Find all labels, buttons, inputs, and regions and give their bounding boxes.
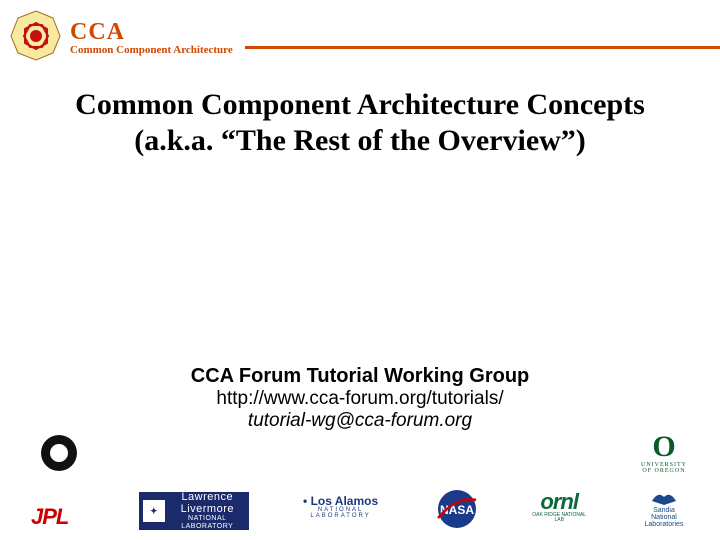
footer-text-block: CCA Forum Tutorial Working Group http://… bbox=[0, 365, 720, 432]
argonne-logo bbox=[28, 430, 90, 476]
lanl-logo: • Los Alamos NATIONAL LABORATORY bbox=[298, 484, 384, 530]
header-full-name: Common Component Architecture bbox=[70, 44, 233, 57]
ornl-sub: OAK RIDGE NATIONAL LAB bbox=[531, 513, 587, 523]
title-line-2: (a.k.a. “The Rest of the Overview”) bbox=[40, 123, 680, 159]
oregon-logo: O UNIVERSITYOF OREGON bbox=[636, 430, 692, 476]
title-line-1: Common Component Architecture Concepts bbox=[40, 87, 680, 123]
lanl-sub: NATIONAL LABORATORY bbox=[298, 507, 384, 519]
llnl-name: Lawrence Livermore bbox=[170, 491, 245, 515]
forum-url: http://www.cca-forum.org/tutorials/ bbox=[0, 388, 720, 410]
forum-group: CCA Forum Tutorial Working Group bbox=[0, 365, 720, 388]
oregon-o: O bbox=[652, 432, 675, 462]
left-logo-column: JPL bbox=[28, 430, 90, 530]
ornl-logo: ornl OAK RIDGE NATIONAL LAB bbox=[531, 484, 587, 530]
right-logo-column: O UNIVERSITYOF OREGON SandiaNationalLabo… bbox=[636, 430, 692, 530]
header-acronym: CCA bbox=[70, 20, 233, 44]
nasa-logo: NASA bbox=[432, 488, 482, 530]
cca-logo-icon bbox=[8, 8, 64, 69]
jpl-logo: JPL bbox=[31, 484, 87, 530]
forum-email: tutorial-wg@cca-forum.org bbox=[0, 410, 720, 432]
affiliate-logo-row: JPL ✦ Lawrence Livermore NATIONAL LABORA… bbox=[0, 430, 720, 530]
llnl-sub: NATIONAL LABORATORY bbox=[170, 515, 245, 530]
header-text-block: CCA Common Component Architecture bbox=[70, 20, 233, 57]
llnl-logo: ✦ Lawrence Livermore NATIONAL LABORATORY bbox=[139, 492, 249, 530]
slide-title: Common Component Architecture Concepts (… bbox=[40, 87, 680, 159]
oregon-sub: UNIVERSITYOF OREGON bbox=[641, 462, 687, 474]
slide-header: CCA Common Component Architecture bbox=[0, 0, 720, 69]
lanl-name: Los Alamos bbox=[311, 494, 379, 508]
ornl-name: ornl bbox=[540, 491, 578, 513]
sandia-logo: SandiaNationalLaboratories bbox=[636, 484, 692, 530]
header-divider bbox=[245, 46, 720, 49]
sandia-name: SandiaNationalLaboratories bbox=[645, 507, 684, 528]
